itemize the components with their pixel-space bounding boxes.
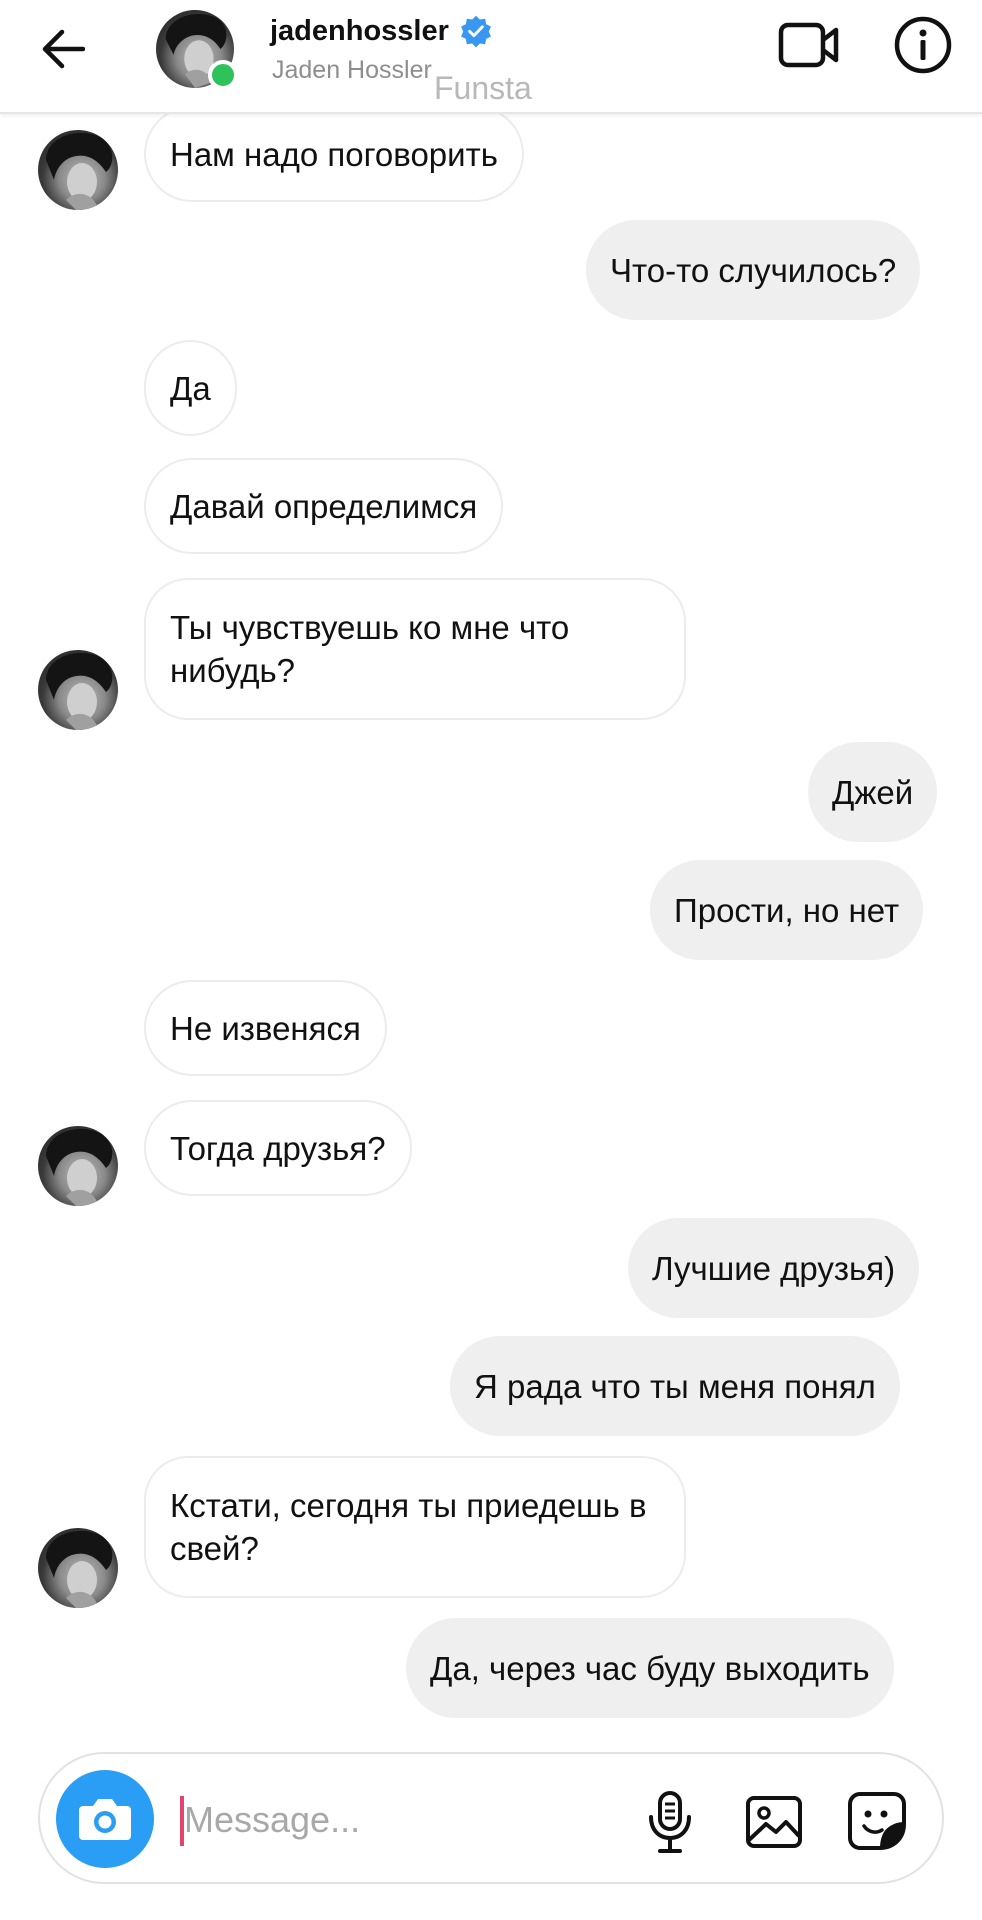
sender-avatar[interactable] xyxy=(38,1528,118,1608)
received-message[interactable]: Не извеняся xyxy=(144,980,387,1076)
verified-badge-icon xyxy=(460,15,491,48)
funsta-watermark: Funsta xyxy=(434,70,532,106)
sent-message[interactable]: Лучшие друзья) xyxy=(628,1218,920,1318)
received-message[interactable]: Нам надо поговорить xyxy=(144,106,524,202)
info-button[interactable] xyxy=(892,14,954,76)
profile-avatar-button[interactable] xyxy=(156,10,238,90)
gallery-button[interactable] xyxy=(744,1792,804,1852)
video-call-button[interactable] xyxy=(776,16,842,74)
message-input[interactable] xyxy=(184,1790,644,1850)
sent-message[interactable]: Да, через час буду выходить xyxy=(406,1618,894,1718)
image-icon xyxy=(746,1796,802,1848)
sender-avatar[interactable] xyxy=(38,130,118,210)
sent-message[interactable]: Я рада что ты меня понял xyxy=(450,1336,900,1436)
voice-message-button[interactable] xyxy=(642,1790,698,1854)
chat-username[interactable]: jadenhossler xyxy=(270,15,449,48)
sender-avatar[interactable] xyxy=(38,650,118,730)
message-composer xyxy=(38,1752,944,1884)
chat-full-name: Jaden Hossler xyxy=(272,56,432,84)
camera-icon xyxy=(79,1799,131,1840)
received-message[interactable]: Кстати, сегодня ты приедешь в свей? xyxy=(144,1456,686,1598)
sent-message[interactable]: Джей xyxy=(808,742,938,842)
sent-message[interactable]: Прости, но нет xyxy=(650,860,924,960)
sender-avatar[interactable] xyxy=(38,1126,118,1206)
sticker-icon xyxy=(848,1792,906,1850)
microphone-icon xyxy=(649,1791,691,1853)
received-message[interactable]: Ты чувствуешь ко мне что нибудь? xyxy=(144,578,686,720)
back-button[interactable] xyxy=(30,20,96,78)
sticker-button[interactable] xyxy=(846,1790,908,1852)
received-message[interactable]: Да xyxy=(144,340,237,436)
sent-message[interactable]: Что-то случилось? xyxy=(586,220,921,320)
online-status-dot xyxy=(208,60,238,90)
arrow-left-icon xyxy=(42,29,85,69)
video-camera-icon xyxy=(778,22,839,68)
received-message[interactable]: Давай определимся xyxy=(144,458,504,554)
received-message[interactable]: Тогда друзья? xyxy=(144,1100,412,1196)
info-circle-icon xyxy=(894,16,952,74)
camera-button[interactable] xyxy=(56,1770,154,1868)
